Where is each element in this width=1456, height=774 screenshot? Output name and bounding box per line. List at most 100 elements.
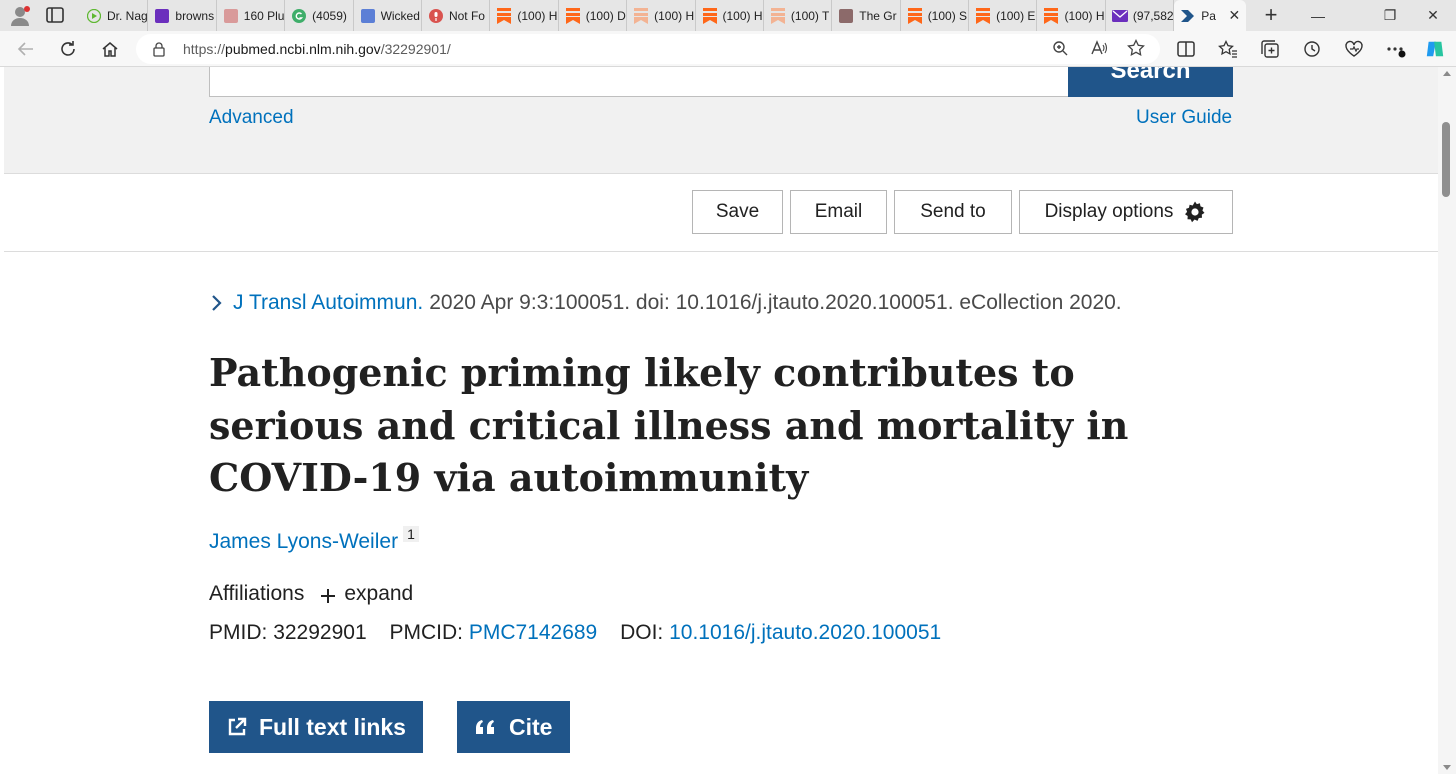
affiliations-row: Affiliations expand <box>209 582 413 606</box>
browser-tab[interactable]: (100) H <box>627 0 696 31</box>
browser-tab[interactable]: The Gr <box>832 0 901 31</box>
chevron-right-icon[interactable] <box>210 294 224 312</box>
tab-title: (100) E <box>996 8 1036 23</box>
yahoo-icon <box>154 8 170 24</box>
address-bar: https://pubmed.ncbi.nlm.nih.gov/32292901… <box>0 31 1456 67</box>
browser-tab[interactable]: (100) D <box>559 0 628 31</box>
search-input[interactable] <box>209 67 1069 97</box>
browser-tab[interactable]: (100) T <box>764 0 833 31</box>
new-tab-button[interactable]: + <box>1258 3 1284 29</box>
more-options-icon[interactable] <box>1386 39 1406 59</box>
expand-toggle[interactable]: expand <box>344 582 413 606</box>
advanced-search-link[interactable]: Advanced <box>209 107 294 129</box>
pmcid-link[interactable]: PMC7142689 <box>469 621 597 644</box>
browser-tab[interactable]: (100) H <box>1037 0 1106 31</box>
email-button-label: Email <box>814 201 863 222</box>
collections-icon[interactable] <box>1260 39 1280 59</box>
bi-icon <box>223 8 239 24</box>
substack-icon <box>770 7 786 24</box>
search-button[interactable]: Search <box>1068 67 1233 97</box>
gear-icon <box>1183 200 1207 224</box>
substack-icon <box>975 7 991 24</box>
cite-button[interactable]: Cite <box>457 701 570 753</box>
article-title: Pathogenic priming likely contributes to… <box>209 350 1129 500</box>
tab-title: (100) D <box>585 8 626 23</box>
save-button-label: Save <box>715 201 760 222</box>
send-to-button-label: Send to <box>920 201 986 222</box>
grammarly-icon <box>291 8 307 24</box>
journal-name-link[interactable]: J Transl Autoimmun. <box>233 291 423 315</box>
display-options-label: Display options <box>1044 201 1174 222</box>
cite-label: Cite <box>509 713 553 740</box>
browser-tab[interactable]: (100) S <box>901 0 970 31</box>
play-icon <box>86 8 102 24</box>
browser-tab[interactable]: (100) H <box>490 0 559 31</box>
affiliations-label: Affiliations <box>209 582 305 605</box>
browser-tab[interactable]: Dr. Nag <box>80 0 149 31</box>
browser-tab[interactable]: (100) H <box>696 0 764 31</box>
browser-tab[interactable]: Not Fo <box>422 0 491 31</box>
profile-avatar-icon[interactable] <box>8 4 32 28</box>
browser-tab[interactable]: (4059) <box>285 0 354 31</box>
lock-icon[interactable] <box>152 41 166 62</box>
citation-details: 2020 Apr 9:3:100051. doi: 10.1016/j.jtau… <box>429 291 1122 314</box>
favorite-star-icon[interactable] <box>1127 39 1145 57</box>
scroll-thumb[interactable] <box>1442 122 1450 197</box>
refresh-icon[interactable] <box>56 37 80 61</box>
tab-title: 160 Plu <box>243 8 285 23</box>
doi-link[interactable]: 10.1016/j.jtauto.2020.100051 <box>669 621 941 644</box>
close-tab-icon[interactable]: ✕ <box>1229 7 1241 24</box>
user-guide-link[interactable]: User Guide <box>1136 107 1232 129</box>
restore-button[interactable]: ❐ <box>1367 0 1413 31</box>
read-aloud-icon[interactable] <box>1090 39 1108 57</box>
quote-icon <box>475 719 497 735</box>
vertical-scrollbar[interactable] <box>1438 67 1456 774</box>
tab-title: (100) H <box>722 8 763 23</box>
email-button[interactable]: Email <box>790 190 887 234</box>
author-link[interactable]: James Lyons-Weiler <box>209 530 398 554</box>
favorites-icon[interactable] <box>1218 39 1238 59</box>
browser-tab[interactable]: Wicked <box>354 0 422 31</box>
close-window-button[interactable]: ✕ <box>1410 0 1456 31</box>
plus-icon[interactable] <box>320 586 336 603</box>
browser-essentials-icon[interactable] <box>1344 39 1364 59</box>
tab-actions-icon[interactable] <box>44 5 66 25</box>
scroll-down-icon[interactable] <box>1443 765 1451 770</box>
pmid-label: PMID: <box>209 621 268 644</box>
browser-tab[interactable]: 160 Plu <box>217 0 286 31</box>
save-button[interactable]: Save <box>692 190 783 234</box>
tab-title: (4059) <box>312 8 347 23</box>
pmid-value: 32292901 <box>273 621 367 644</box>
tab-title: Dr. Nag <box>107 8 148 23</box>
mail-icon <box>1111 8 1128 24</box>
tab-title: Not Fo <box>448 8 485 23</box>
substack-icon <box>565 7 581 24</box>
external-link-icon <box>227 717 247 737</box>
send-to-button[interactable]: Send to <box>894 190 1012 234</box>
affiliation-number[interactable]: 1 <box>403 526 419 542</box>
minimize-button[interactable]: — <box>1295 0 1341 31</box>
copilot-icon[interactable] <box>1425 39 1445 59</box>
split-screen-icon[interactable] <box>1176 39 1196 59</box>
authors-list: James Lyons-Weiler 1 <box>209 526 419 554</box>
ds-icon <box>838 8 854 24</box>
tab-active[interactable]: Pa ✕ <box>1174 0 1247 31</box>
home-icon[interactable] <box>98 37 122 61</box>
url-field[interactable]: https://pubmed.ncbi.nlm.nih.gov/32292901… <box>136 34 1160 64</box>
tab-title: The Gr <box>859 8 897 23</box>
tab-title: browns <box>175 8 215 23</box>
doi-label: DOI: <box>620 621 664 644</box>
full-text-links-button[interactable]: Full text links <box>209 701 423 753</box>
browser-tab[interactable]: (100) E <box>969 0 1038 31</box>
journal-citation: J Transl Autoimmun. 2020 Apr 9:3:100051.… <box>210 291 1122 315</box>
history-icon[interactable] <box>1302 39 1322 59</box>
search-area: Search Advanced User Guide <box>4 67 1438 174</box>
browser-tab[interactable]: (97,582 <box>1106 0 1175 31</box>
pubmed-icon <box>1180 8 1196 24</box>
back-icon[interactable] <box>14 37 38 61</box>
scroll-up-icon[interactable] <box>1443 71 1451 76</box>
display-options-button[interactable]: Display options <box>1019 190 1233 234</box>
browser-tab[interactable]: browns <box>148 0 217 31</box>
zoom-icon[interactable] <box>1051 39 1069 57</box>
page-icon <box>360 8 376 24</box>
